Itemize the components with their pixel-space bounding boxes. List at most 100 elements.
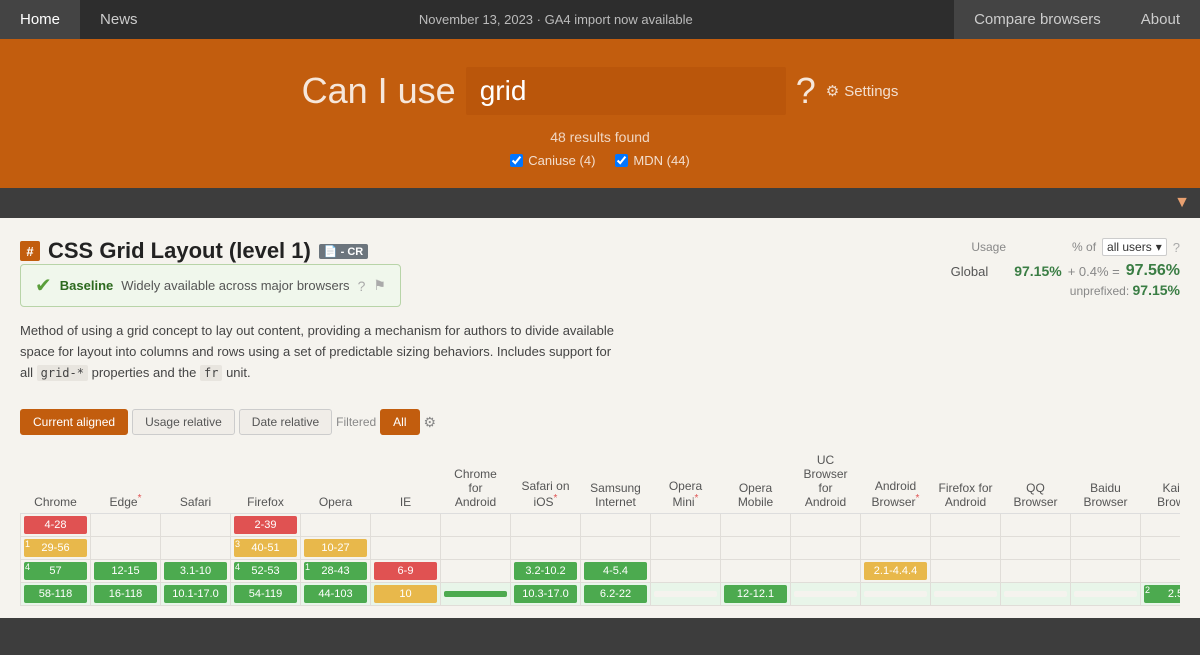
cell-kaic-r3	[1144, 568, 1180, 574]
filter-caniuse[interactable]: Caniuse (4)	[510, 153, 595, 168]
usage-global-label: Global	[951, 264, 989, 279]
cell-qq-r4	[1004, 591, 1067, 597]
nav-news[interactable]: News	[80, 0, 158, 39]
help-icon[interactable]: ?	[358, 278, 366, 294]
feature-left: # CSS Grid Layout (level 1) 📄 - CR ✔ Bas…	[20, 238, 620, 397]
flag-icon[interactable]: ⚑	[373, 277, 386, 294]
th-opera-mini: Opera Mini*	[651, 449, 721, 514]
th-edge: Edge*	[91, 449, 161, 514]
usage-scope-label: % of	[1072, 240, 1096, 254]
cell-baidu-r4	[1074, 591, 1137, 597]
th-kaic: KaiC Brow...	[1141, 449, 1181, 514]
th-uc: UC Browser for Android	[791, 449, 861, 514]
cell-firefox-r4[interactable]: 54-119	[234, 585, 297, 603]
settings-button[interactable]: ⚙ Settings	[826, 82, 899, 100]
cell-qq-r3	[1004, 568, 1067, 574]
cell-opera-r4[interactable]: 44-103	[304, 585, 367, 603]
cell-chromea-r4[interactable]	[444, 591, 507, 597]
th-qq: QQ Browser	[1001, 449, 1071, 514]
cell-opermobile-r2	[724, 545, 787, 551]
cell-safariiOS-r3[interactable]: 3.2-10.2	[514, 562, 577, 580]
cell-ffandroid-r2	[934, 545, 997, 551]
cell-opera-r3[interactable]: 128-43	[304, 562, 367, 580]
cell-edge-r4[interactable]: 16-118	[94, 585, 157, 603]
cell-firefox-r2[interactable]: 340-51	[234, 539, 297, 557]
cell-safari-r3[interactable]: 3.1-10	[164, 562, 227, 580]
nav-home[interactable]: Home	[0, 0, 80, 39]
usage-global-row: Global 97.15% + 0.4% = 97.56%	[860, 262, 1180, 280]
cell-operamini-r2	[654, 545, 717, 551]
usage-help-icon[interactable]: ?	[1173, 240, 1180, 255]
browser-header-row: Chrome Edge* Safari Firefox Opera IE Chr…	[21, 449, 1181, 514]
tabs-row: Current aligned Usage relative Date rela…	[20, 409, 1180, 435]
cell-opermobile-r4[interactable]: 12-12.1	[724, 585, 787, 603]
feature-description: Method of using a grid concept to lay ou…	[20, 321, 620, 383]
cell-opera-r1	[304, 522, 367, 528]
cell-ie-r2	[374, 545, 437, 551]
cell-kaic-r1	[1144, 522, 1180, 528]
tab-settings-icon[interactable]: ⚙	[424, 414, 437, 431]
nav-compare[interactable]: Compare browsers	[954, 0, 1121, 39]
cell-firefox-r1[interactable]: 2-39	[234, 516, 297, 534]
code-fr: fr	[200, 365, 222, 381]
cell-android-r3[interactable]: 2.1-4.4.4	[864, 562, 927, 580]
cell-ie-r4[interactable]: 10	[374, 585, 437, 603]
th-ie: IE	[371, 449, 441, 514]
usage-plus: + 0.4% =	[1068, 264, 1120, 279]
tab-date[interactable]: Date relative	[239, 409, 332, 435]
navbar: Home News November 13, 2023 · GA4 import…	[0, 0, 1200, 39]
cell-kaic-r4[interactable]: 22.5	[1144, 585, 1180, 603]
cell-edge-r3[interactable]: 12-15	[94, 562, 157, 580]
cell-edge-r2	[94, 545, 157, 551]
cell-chrome-r3[interactable]: 457	[24, 562, 87, 580]
baseline-label: Baseline	[60, 278, 113, 293]
hero-section: Can I use ? ⚙ Settings 48 results found …	[0, 39, 1200, 188]
cell-qq-r2	[1004, 545, 1067, 551]
cell-samsung-r3[interactable]: 4-5.4	[584, 562, 647, 580]
filter-mdn[interactable]: MDN (44)	[615, 153, 689, 168]
usage-panel: Usage % of all users ▾ ? Global 97.15% +…	[860, 238, 1180, 298]
cell-safariiOS-r4[interactable]: 10.3-17.0	[514, 585, 577, 603]
cell-kaic-r2	[1144, 545, 1180, 551]
tab-all[interactable]: All	[380, 409, 419, 435]
nav-about[interactable]: About	[1121, 0, 1200, 39]
cell-opera-r2[interactable]: 10-27	[304, 539, 367, 557]
th-opera-mobile: Opera Mobile	[721, 449, 791, 514]
hero-prefix: Can I use	[302, 70, 456, 112]
version-row-1: 4-28 2-39	[21, 514, 1181, 537]
cell-safari-r4[interactable]: 10.1-17.0	[164, 585, 227, 603]
baseline-desc: Widely available across major browsers	[121, 278, 349, 293]
cell-chromea-r1	[444, 522, 507, 528]
tab-relative[interactable]: Usage relative	[132, 409, 235, 435]
hash-icon[interactable]: #	[20, 241, 40, 261]
usage-selector[interactable]: all users ▾	[1102, 238, 1167, 256]
nav-right: Compare browsers About	[954, 0, 1200, 39]
cell-android-r2	[864, 545, 927, 551]
check-icon: ✔	[35, 273, 52, 298]
th-safari-ios: Safari on iOS*	[511, 449, 581, 514]
cell-baidu-r1	[1074, 522, 1137, 528]
cell-samsung-r4[interactable]: 6.2-22	[584, 585, 647, 603]
usage-label: Usage	[971, 240, 1006, 254]
main-content: # CSS Grid Layout (level 1) 📄 - CR ✔ Bas…	[0, 218, 1200, 618]
cell-uc-r1	[794, 522, 857, 528]
cell-android-r1	[864, 522, 927, 528]
cell-chrome-r4[interactable]: 58-118	[24, 585, 87, 603]
cell-chrome-r2[interactable]: 129-56	[24, 539, 87, 557]
cell-uc-r4	[794, 591, 857, 597]
tab-filtered-label: Filtered	[336, 415, 376, 429]
cell-chromea-r2	[444, 545, 507, 551]
th-android: Android Browser*	[861, 449, 931, 514]
hero-title-row: Can I use ? ⚙ Settings	[302, 67, 899, 115]
version-row-2: 129-56 340-51 10-27	[21, 537, 1181, 560]
cell-chrome-r1[interactable]: 4-28	[24, 516, 87, 534]
cell-samsung-r1	[584, 522, 647, 528]
cell-firefox-r3[interactable]: 452-53	[234, 562, 297, 580]
cell-ie-r3[interactable]: 6-9	[374, 562, 437, 580]
feature-badge[interactable]: 📄 - CR	[319, 244, 368, 259]
search-input[interactable]	[466, 67, 786, 115]
th-baidu: Baidu Browser	[1071, 449, 1141, 514]
feature-header: # CSS Grid Layout (level 1) 📄 - CR ✔ Bas…	[20, 238, 1180, 397]
tab-current[interactable]: Current aligned	[20, 409, 128, 435]
filter-icon[interactable]: ▼	[1174, 194, 1190, 212]
